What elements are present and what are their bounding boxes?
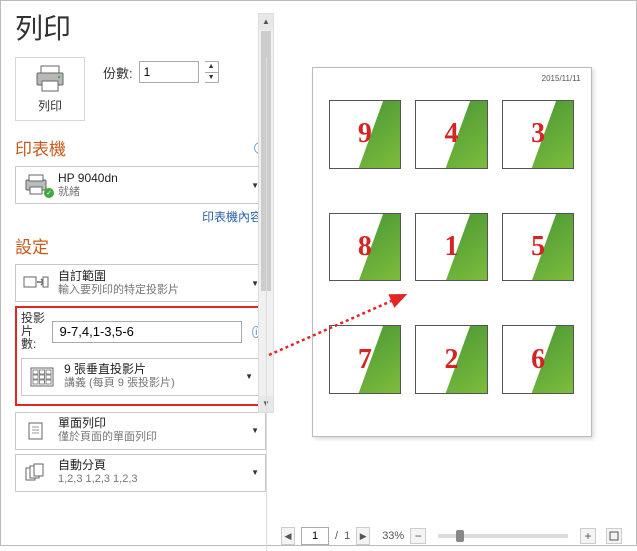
preview-pane: 2015/11/11 9 4 3 8 1 5 7 2 6 ◀ / 1 ▶ 33% − + <box>266 57 636 551</box>
range-icon <box>23 274 49 292</box>
collate-subtitle: 1,2,3 1,2,3 1,2,3 <box>58 473 243 487</box>
slide-number: 4 <box>444 118 458 150</box>
zoom-percent: 33% <box>382 530 404 542</box>
print-range-select[interactable]: 自訂範圍 輸入要列印的特定投影片 ▼ <box>15 264 266 302</box>
chevron-down-icon: ▼ <box>251 426 259 435</box>
spin-down-icon[interactable]: ▼ <box>205 73 218 83</box>
preview-date: 2015/11/11 <box>542 74 581 83</box>
copies-spinner[interactable]: ▲ ▼ <box>205 61 219 83</box>
slide-number: 5 <box>531 231 545 263</box>
scroll-up-icon[interactable]: ▲ <box>259 14 273 30</box>
zoom-fit-button[interactable] <box>606 528 622 544</box>
page-number-input[interactable] <box>301 527 329 545</box>
page-prev-button[interactable]: ◀ <box>281 527 295 545</box>
slide-number: 8 <box>358 231 372 263</box>
collate-icon <box>24 463 48 483</box>
print-button[interactable]: 列印 <box>15 57 85 121</box>
sides-select[interactable]: 單面列印 僅於頁面的單面列印 ▼ <box>15 412 266 450</box>
zoom-in-button[interactable]: + <box>580 528 596 544</box>
slide-thumb: 2 <box>415 325 488 394</box>
slide-number: 6 <box>531 344 545 376</box>
range-title: 自訂範圍 <box>58 269 243 284</box>
collate-title: 自動分頁 <box>58 458 243 473</box>
printer-properties-link[interactable]: 印表機內容 <box>202 210 262 224</box>
chevron-down-icon: ▼ <box>251 468 259 477</box>
handout-page: 2015/11/11 9 4 3 8 1 5 7 2 6 <box>312 67 592 437</box>
status-ok-icon: ✓ <box>44 188 54 198</box>
fit-icon <box>609 531 619 541</box>
layout-subtitle: 講義 (每頁 9 張投影片) <box>64 377 237 391</box>
copies-label: 份數: <box>103 63 133 82</box>
settings-heading: 設定 <box>15 233 49 258</box>
printer-icon <box>34 65 66 93</box>
slide-thumb: 7 <box>329 325 402 394</box>
layout-title: 9 張垂直投影片 <box>64 362 237 377</box>
printer-heading: 印表機 <box>15 135 66 160</box>
zoom-handle[interactable] <box>456 530 464 542</box>
spin-up-icon[interactable]: ▲ <box>205 62 218 73</box>
slide-thumb: 3 <box>502 100 575 169</box>
slide-number: 7 <box>358 344 372 376</box>
slide-thumb: 8 <box>329 213 402 282</box>
slide-number: 9 <box>358 118 372 150</box>
copies-input[interactable] <box>139 61 199 83</box>
range-subtitle: 輸入要列印的特定投影片 <box>58 284 243 298</box>
print-button-label: 列印 <box>38 97 62 114</box>
collate-select[interactable]: 自動分頁 1,2,3 1,2,3 1,2,3 ▼ <box>15 454 266 492</box>
printer-name: HP 9040dn <box>58 171 243 186</box>
one-side-icon <box>25 421 47 441</box>
printer-status: 就緒 <box>58 186 243 200</box>
slide-number: 3 <box>531 118 545 150</box>
handout-9-icon <box>30 367 54 387</box>
zoom-out-button[interactable]: − <box>410 528 426 544</box>
page-sep: / <box>335 530 338 542</box>
slide-thumb: 1 <box>415 213 488 282</box>
zoom-slider[interactable] <box>438 534 568 538</box>
sides-subtitle: 僅於頁面的單面列印 <box>58 431 243 445</box>
page-total: 1 <box>344 530 350 542</box>
slide-thumb: 6 <box>502 325 575 394</box>
page-next-button[interactable]: ▶ <box>356 527 370 545</box>
slide-number: 2 <box>444 344 458 376</box>
slides-label: 投影片數: <box>21 312 46 352</box>
slide-thumb: 5 <box>502 213 575 282</box>
printer-select[interactable]: ✓ HP 9040dn 就緒 ▼ <box>15 166 266 204</box>
page-title: 列印 <box>1 1 636 57</box>
settings-panel: 列印 份數: ▲ ▼ 印表機 i ✓ <box>1 57 266 551</box>
chevron-down-icon: ▼ <box>245 372 253 381</box>
highlight-box: 投影片數: i 9 張垂直投影片 講義 (每頁 9 張投影片) <box>15 306 266 406</box>
slides-input[interactable] <box>52 321 242 343</box>
slide-thumb: 4 <box>415 100 488 169</box>
layout-select[interactable]: 9 張垂直投影片 講義 (每頁 9 張投影片) ▼ <box>21 358 260 396</box>
slide-number: 1 <box>444 231 458 263</box>
slide-thumb: 9 <box>329 100 402 169</box>
sides-title: 單面列印 <box>58 416 243 431</box>
